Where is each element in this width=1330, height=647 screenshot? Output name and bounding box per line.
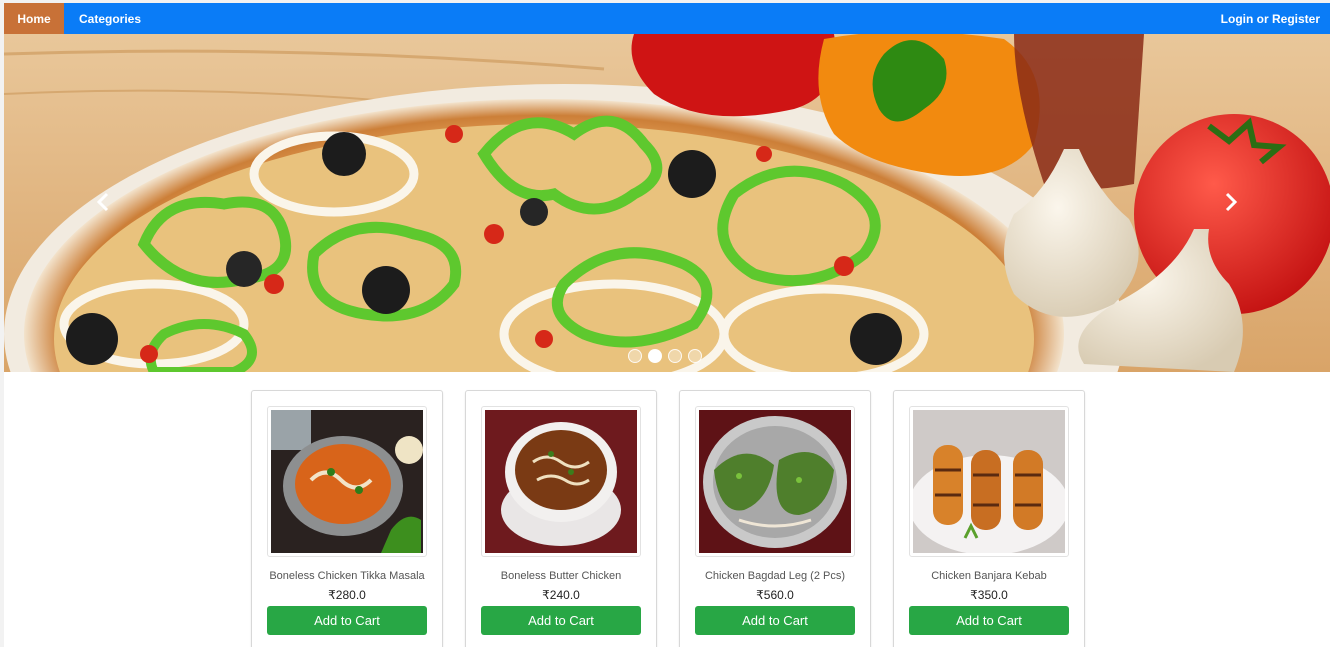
product-name: Boneless Chicken Tikka Masala <box>269 570 425 582</box>
carousel-next-icon[interactable] <box>1216 184 1246 220</box>
product-price: ₹280.0 <box>328 588 366 602</box>
carousel-prev-icon[interactable] <box>88 184 118 220</box>
hero-carousel <box>4 34 1330 372</box>
add-to-cart-button[interactable]: Add to Cart <box>481 606 641 635</box>
carousel-dot-3[interactable] <box>668 349 682 363</box>
add-to-cart-button[interactable]: Add to Cart <box>909 606 1069 635</box>
product-name: Chicken Bagdad Leg (2 Pcs) <box>704 570 846 582</box>
carousel-dot-4[interactable] <box>688 349 702 363</box>
nav-home-link[interactable]: Home <box>4 3 64 34</box>
product-name: Chicken Banjara Kebab <box>931 570 1047 582</box>
nav-categories-link[interactable]: Categories <box>64 3 156 34</box>
product-image-frame <box>695 406 855 557</box>
product-card: Chicken Banjara Kebab ₹350.0 Add to Cart <box>893 390 1085 647</box>
add-to-cart-button[interactable]: Add to Cart <box>267 606 427 635</box>
carousel-dot-1[interactable] <box>628 349 642 363</box>
carousel-pizza-image <box>4 34 1330 372</box>
product-card: Chicken Bagdad Leg (2 Pcs) ₹560.0 Add to… <box>679 390 871 647</box>
top-navbar: Home Categories Login or Register <box>4 3 1330 34</box>
add-to-cart-button[interactable]: Add to Cart <box>695 606 855 635</box>
product-price: ₹560.0 <box>756 588 794 602</box>
product-name: Boneless Butter Chicken <box>500 570 622 582</box>
product-image-frame <box>267 406 427 557</box>
chicken-tikka-masala-image <box>271 410 423 553</box>
product-grid: Boneless Chicken Tikka Masala ₹280.0 Add… <box>251 390 1085 647</box>
carousel-dot-2[interactable] <box>648 349 662 363</box>
page: Home Categories Login or Register Bonele… <box>0 0 1330 647</box>
carousel-indicators <box>628 349 702 363</box>
chicken-banjara-kebab-image <box>913 410 1065 553</box>
butter-chicken-image <box>485 410 637 553</box>
product-card: Boneless Butter Chicken ₹240.0 Add to Ca… <box>465 390 657 647</box>
product-image-frame <box>909 406 1069 557</box>
product-price: ₹350.0 <box>970 588 1008 602</box>
nav-login-register-link[interactable]: Login or Register <box>1206 3 1330 34</box>
chicken-bagdad-leg-image <box>699 410 851 553</box>
product-card: Boneless Chicken Tikka Masala ₹280.0 Add… <box>251 390 443 647</box>
product-price: ₹240.0 <box>542 588 580 602</box>
product-image-frame <box>481 406 641 557</box>
